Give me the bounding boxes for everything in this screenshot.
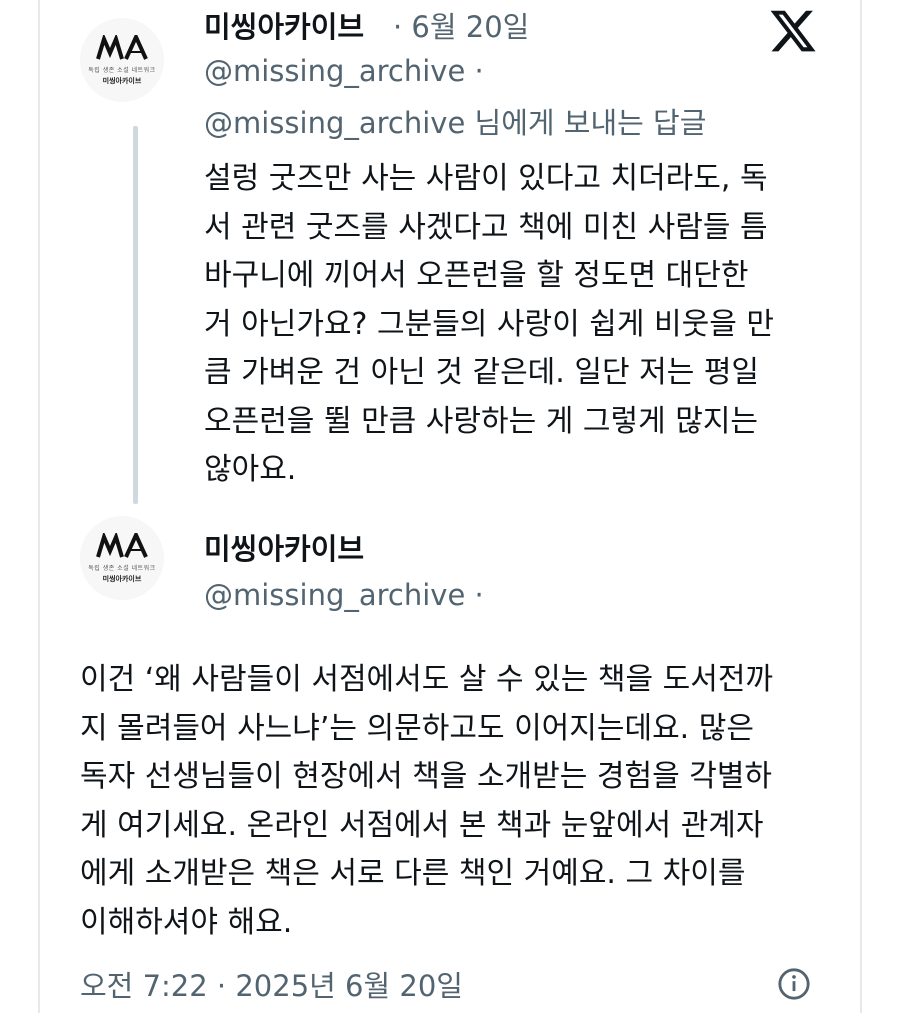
avatar-subtitle: 독립 생존 소설 네트워크 xyxy=(88,564,156,572)
handle[interactable]: @missing_archive · xyxy=(204,54,484,88)
tweet-date[interactable]: · 6월 20일 xyxy=(393,4,529,46)
avatar-subtitle: 독립 생존 소설 네트워크 xyxy=(88,66,156,74)
frame-left-border xyxy=(38,0,40,1013)
tweet-text: 이건 ‘왜 사람들이 서점에서도 살 수 있는 책을 도서전까 지 몰려들어 사… xyxy=(80,662,774,940)
handle[interactable]: @missing_archive · xyxy=(204,578,484,612)
reply-to-line[interactable]: @missing_archive 님에게 보내는 답글 xyxy=(204,100,706,142)
logo-mark-icon xyxy=(96,34,148,60)
frame-right-border xyxy=(860,0,862,1013)
avatar[interactable]: 독립 생존 소설 네트워크 미씽아카이브 xyxy=(80,18,164,102)
display-name[interactable]: 미씽아카이브 xyxy=(204,526,364,568)
avatar[interactable]: 독립 생존 소설 네트워크 미씽아카이브 xyxy=(80,516,164,600)
thread-line xyxy=(133,126,138,504)
logo-mark-icon xyxy=(96,532,148,558)
info-icon[interactable] xyxy=(777,967,811,1001)
x-logo-icon[interactable] xyxy=(766,6,820,56)
avatar-name: 미씽아카이브 xyxy=(102,75,142,85)
timestamp[interactable]: 오전 7:22 · 2025년 6월 20일 xyxy=(80,963,463,1005)
tweet-text: 설렁 굿즈만 사는 사람이 있다고 치더라도, 독 서 관련 굿즈를 사겠다고 … xyxy=(204,161,774,487)
avatar-name: 미씽아카이브 xyxy=(102,573,142,583)
display-name[interactable]: 미씽아카이브 xyxy=(204,4,364,46)
